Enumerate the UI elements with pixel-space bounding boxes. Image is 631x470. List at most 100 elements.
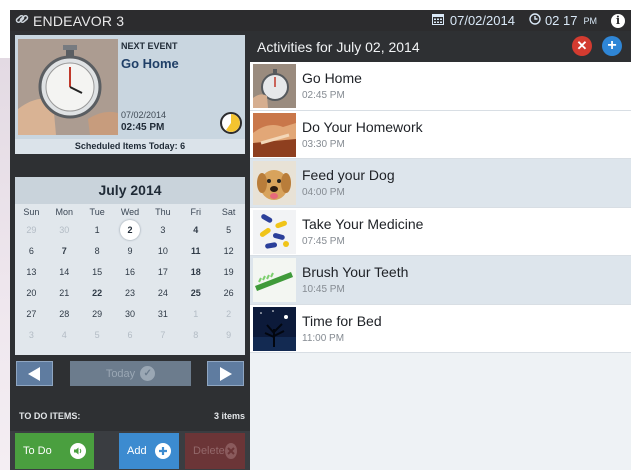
activity-title: Brush Your Teeth: [302, 264, 409, 280]
calendar-day[interactable]: 8: [179, 325, 212, 346]
calendar-day-number: 5: [226, 225, 232, 235]
calendar-day[interactable]: 15: [81, 262, 114, 283]
app-title: ENDEAVOR 3: [10, 12, 124, 29]
calendar-day[interactable]: 14: [48, 262, 81, 283]
calendar-day[interactable]: 17: [146, 262, 179, 283]
calendar-day-number: 8: [193, 330, 199, 340]
calendar-day-number: 29: [26, 225, 37, 235]
activity-row[interactable]: Time for Bed 11:00 PM: [250, 304, 631, 353]
calendar-dow-label: Sat: [221, 207, 236, 217]
calendar-day-number: 1: [94, 225, 100, 235]
calendar-day[interactable]: 6: [15, 241, 48, 262]
calendar-day-today[interactable]: 2: [114, 220, 147, 241]
today-button[interactable]: Today ✓: [70, 361, 191, 386]
next-month-button[interactable]: [207, 361, 244, 386]
calendar-day[interactable]: 9: [212, 325, 245, 346]
activity-thumbnail: [253, 112, 296, 157]
info-icon[interactable]: i: [611, 13, 625, 28]
close-x-icon[interactable]: ✕: [572, 36, 592, 56]
calendar-day[interactable]: 29: [15, 220, 48, 241]
calendar-day[interactable]: 31: [146, 304, 179, 325]
calendar-day[interactable]: 3: [15, 325, 48, 346]
todo-header: TO DO ITEMS: 3 items: [10, 407, 250, 425]
activity-row[interactable]: Feed your Dog 04:00 PM: [250, 159, 631, 208]
plus-icon: [155, 443, 171, 459]
calendar-day[interactable]: 28: [48, 304, 81, 325]
todo-button[interactable]: To Do: [15, 433, 94, 469]
activity-row[interactable]: Go Home 02:45 PM: [250, 62, 631, 111]
calendar-grid: Sun Mon Tue Wed Thu Fri Sat 29 30 1 2 3 4 5 6 7 8 9 10 11 12…: [15, 204, 245, 346]
activity-row[interactable]: Take Your Medicine 07:45 PM: [250, 207, 631, 256]
calendar-day[interactable]: 16: [114, 262, 147, 283]
calendar-day[interactable]: 2: [212, 304, 245, 325]
calendar-day[interactable]: 26: [212, 283, 245, 304]
status-time: 02 17 PM: [529, 13, 597, 28]
previous-month-button[interactable]: [16, 361, 53, 386]
todo-toolbar: To Do Add Delete: [10, 431, 250, 470]
month-calendar: July 2014 Sun Mon Tue Wed Thu Fri Sat 29 30 1 2 3 4 5…: [15, 177, 245, 355]
calendar-day[interactable]: 10: [146, 241, 179, 262]
calendar-day[interactable]: 30: [48, 220, 81, 241]
calendar-navigation: Today ✓: [15, 361, 245, 386]
calendar-day[interactable]: 9: [114, 241, 147, 262]
countdown-clock-icon: [220, 112, 242, 134]
calendar-day-number: 9: [226, 330, 232, 340]
calendar-day[interactable]: 19: [212, 262, 245, 283]
calendar-day[interactable]: 11: [179, 241, 212, 262]
activity-time: 03:30 PM: [302, 138, 345, 150]
activity-thumbnail: [253, 209, 296, 254]
app-title-text: ENDEAVOR 3: [33, 12, 125, 29]
calendar-day-number: 22: [92, 288, 103, 298]
add-todo-button[interactable]: Add: [119, 433, 179, 469]
calendar-day[interactable]: 21: [48, 283, 81, 304]
delete-todo-button[interactable]: Delete: [185, 433, 245, 469]
calendar-day[interactable]: 4: [48, 325, 81, 346]
calendar-day-number: 7: [61, 246, 67, 256]
calendar-day-number: 14: [59, 267, 70, 277]
calendar-day[interactable]: 20: [15, 283, 48, 304]
calendar-day[interactable]: 18: [179, 262, 212, 283]
calendar-day[interactable]: 8: [81, 241, 114, 262]
calendar-dow-label: Thu: [155, 207, 171, 217]
calendar-day[interactable]: 6: [114, 325, 147, 346]
next-event-date: 07/02/2014: [121, 110, 167, 120]
calendar-day[interactable]: 7: [48, 241, 81, 262]
calendar-day[interactable]: 24: [146, 283, 179, 304]
calendar-day-number: 3: [28, 330, 34, 340]
activity-title: Go Home: [302, 70, 362, 86]
calendar-day[interactable]: 29: [81, 304, 114, 325]
calendar-day-number: 2: [226, 309, 232, 319]
calendar-day-number: 7: [160, 330, 166, 340]
calendar-day[interactable]: 7: [146, 325, 179, 346]
calendar-dow-label: Wed: [120, 207, 140, 217]
calendar-day-number: 21: [59, 288, 70, 298]
calendar-day-number: 23: [124, 288, 135, 298]
clock-icon: [529, 13, 541, 28]
calendar-day[interactable]: 13: [15, 262, 48, 283]
delete-x-icon: [224, 443, 237, 459]
stopwatch-image: [18, 39, 118, 135]
calendar-day[interactable]: 1: [179, 304, 212, 325]
activity-row[interactable]: Brush Your Teeth 10:45 PM: [250, 256, 631, 305]
calendar-day[interactable]: 12: [212, 241, 245, 262]
calendar-day[interactable]: 3: [146, 220, 179, 241]
add-activity-plus-icon[interactable]: +: [602, 36, 622, 56]
calendar-day[interactable]: 5: [212, 220, 245, 241]
status-ampm: PM: [583, 15, 598, 26]
calendar-day[interactable]: 4: [179, 220, 212, 241]
calendar-day[interactable]: 25: [179, 283, 212, 304]
calendar-day[interactable]: 23: [114, 283, 147, 304]
calendar-day[interactable]: 27: [15, 304, 48, 325]
calendar-day[interactable]: 22: [81, 283, 114, 304]
calendar-day-number: 28: [59, 309, 70, 319]
todo-count: 3 items: [213, 411, 245, 421]
activity-thumbnail: [253, 64, 296, 108]
calendar-day[interactable]: 30: [114, 304, 147, 325]
status-time-text: 02 17: [544, 13, 578, 28]
calendar-day[interactable]: 5: [81, 325, 114, 346]
next-event-card[interactable]: NEXT EVENT Go Home 07/02/2014 02:45 PM S…: [15, 35, 245, 154]
calendar-day-number: 30: [124, 309, 135, 319]
calendar-dow-label: Tue: [89, 207, 105, 217]
calendar-day[interactable]: 1: [81, 220, 114, 241]
activity-row[interactable]: Do Your Homework 03:30 PM: [250, 110, 631, 159]
